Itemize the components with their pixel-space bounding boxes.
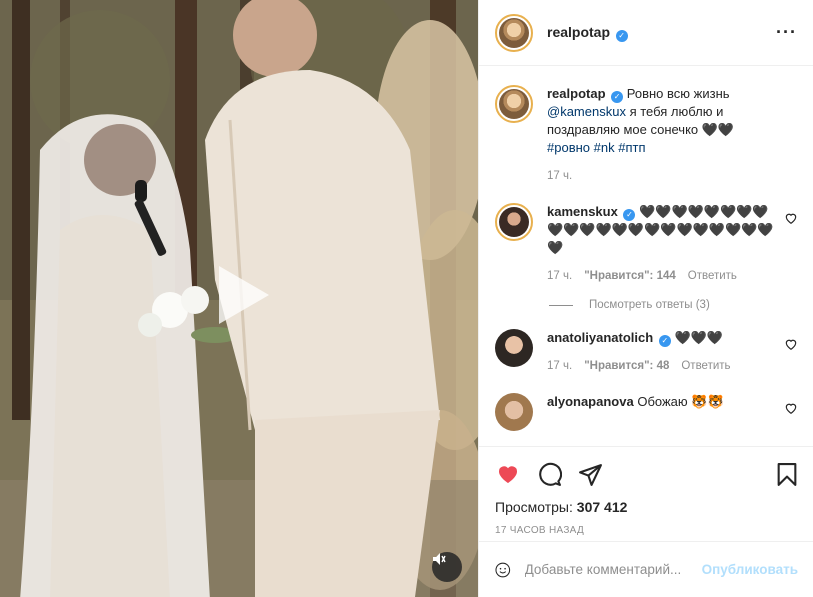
- caption-time: 17 ч.: [547, 170, 573, 182]
- post-timestamp[interactable]: 17 часов назад: [495, 525, 798, 536]
- comment-bubble-icon[interactable]: [537, 462, 562, 487]
- view-replies-button[interactable]: Посмотреть ответы (3): [549, 299, 798, 311]
- views-number: 307 412: [576, 499, 628, 515]
- more-options-button[interactable]: ···: [776, 22, 797, 43]
- comment-username[interactable]: anatoliyanatolich: [547, 330, 653, 345]
- avatar[interactable]: [495, 203, 533, 241]
- add-comment-bar: Опубликовать: [479, 541, 813, 597]
- comment-row: anatoliyanatolich ✓ 🖤🖤🖤 17 ч. "Нравится"…: [495, 329, 798, 375]
- comment-username[interactable]: alyonapanova: [547, 394, 634, 409]
- caption: realpotap ✓ Ровно всю жизнь @kamenskux я…: [495, 85, 798, 185]
- avatar[interactable]: [495, 85, 533, 123]
- comment-time: 17 ч.: [547, 360, 573, 372]
- avatar[interactable]: [495, 13, 533, 52]
- hashtag[interactable]: #птп: [618, 140, 645, 155]
- comment-row: kamenskux ✓ 🖤🖤🖤🖤🖤🖤🖤🖤🖤🖤🖤🖤🖤🖤🖤🖤🖤🖤🖤🖤🖤🖤🖤 17 ч…: [495, 203, 798, 285]
- comment-input[interactable]: [524, 562, 702, 577]
- play-icon: [219, 266, 269, 324]
- heart-icon[interactable]: [784, 401, 798, 415]
- views-label: Просмотры:: [495, 499, 573, 515]
- verified-badge-icon: ✓: [615, 29, 628, 42]
- speaker-muted-icon: [433, 553, 446, 565]
- play-button[interactable]: [207, 262, 273, 328]
- view-replies-label: Посмотреть ответы (3): [589, 299, 710, 311]
- comment-row: alyonapanova Обожаю 🐯🐯: [495, 393, 798, 431]
- paper-plane-icon[interactable]: [578, 462, 603, 487]
- author-username[interactable]: realpotap: [547, 24, 610, 40]
- comment-text: Обожаю 🐯🐯: [637, 394, 724, 409]
- heart-icon[interactable]: [784, 337, 798, 351]
- bookmark-icon[interactable]: [776, 462, 798, 487]
- post-video[interactable]: [0, 0, 478, 597]
- hashtag[interactable]: #nk: [594, 140, 615, 155]
- comment-text: 🖤🖤🖤: [674, 330, 724, 345]
- reply-button[interactable]: Ответить: [688, 267, 737, 285]
- post-header: realpotap ✓ ···: [479, 0, 813, 66]
- hashtag[interactable]: #ровно: [547, 140, 590, 155]
- comment-likes[interactable]: "Нравится": 48: [584, 357, 669, 375]
- avatar[interactable]: [495, 393, 533, 431]
- comments-list[interactable]: realpotap ✓ Ровно всю жизнь @kamenskux я…: [479, 67, 813, 445]
- post-actions: Просмотры: 307 412 17 часов назад: [479, 446, 813, 536]
- verified-badge-icon: ✓: [658, 335, 671, 347]
- views-count[interactable]: Просмотры: 307 412: [495, 499, 798, 515]
- comment-username[interactable]: kamenskux: [547, 204, 618, 219]
- post-side-panel: realpotap ✓ ··· realpotap ✓ Ровно всю жи…: [478, 0, 813, 597]
- heart-icon[interactable]: [495, 462, 521, 486]
- caption-text: Ровно всю жизнь: [626, 86, 730, 101]
- caption-mention[interactable]: @kamenskux: [547, 104, 626, 119]
- replies-divider: [549, 304, 573, 306]
- publish-button[interactable]: Опубликовать: [702, 562, 798, 577]
- comment-time: 17 ч.: [547, 270, 573, 282]
- verified-badge-icon: ✓: [623, 209, 636, 221]
- author-block: realpotap ✓: [547, 24, 628, 42]
- caption-username[interactable]: realpotap: [547, 86, 606, 101]
- heart-icon[interactable]: [784, 211, 798, 225]
- comment-likes[interactable]: "Нравится": 144: [584, 267, 676, 285]
- smiley-icon[interactable]: [495, 558, 511, 582]
- more-horizontal-icon: ···: [776, 22, 797, 42]
- mute-button[interactable]: [432, 552, 462, 582]
- reply-button[interactable]: Ответить: [681, 357, 730, 375]
- avatar[interactable]: [495, 329, 533, 367]
- verified-badge-icon: ✓: [611, 91, 624, 103]
